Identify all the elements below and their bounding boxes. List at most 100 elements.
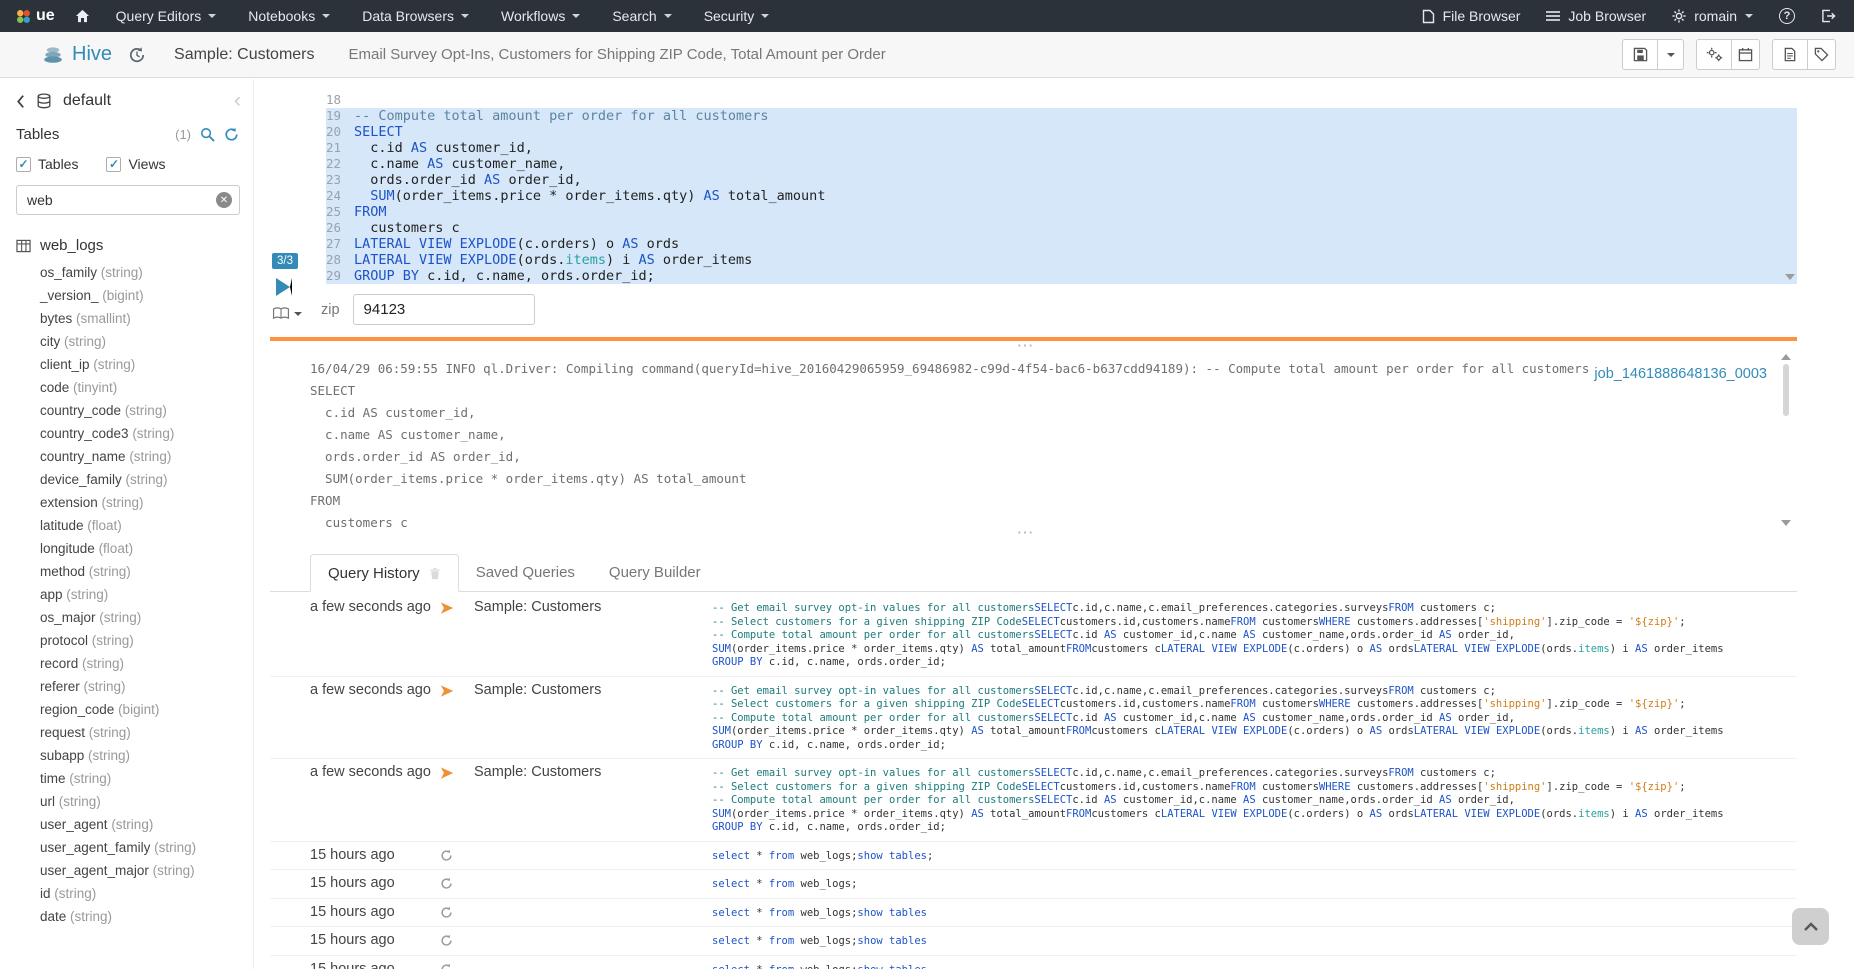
history-row[interactable]: a few seconds agoSample: Customers-- Get…	[270, 759, 1797, 842]
query-history-toggle[interactable]	[128, 46, 146, 64]
resize-grip[interactable]: ⋯	[254, 341, 1797, 351]
format-button[interactable]	[1772, 39, 1808, 70]
column-item-os-major[interactable]: os_major (string)	[0, 606, 253, 629]
tab-query-history[interactable]: Query History	[310, 554, 459, 592]
editor-line-22[interactable]: 22 c.name AS customer_name,	[326, 156, 1797, 172]
home-button[interactable]	[75, 9, 90, 23]
session-settings-button[interactable]	[1696, 39, 1732, 70]
column-item-id[interactable]: id (string)	[0, 882, 253, 905]
history-row[interactable]: 15 hours agoselect * from web_logs;show …	[270, 956, 1797, 969]
database-name[interactable]: default	[63, 92, 111, 110]
clear-search-icon[interactable]: ✕	[216, 192, 232, 208]
menu-query-editors[interactable]: Query Editors	[116, 8, 217, 24]
column-item-app[interactable]: app (string)	[0, 583, 253, 606]
column-item-longitude[interactable]: longitude (float)	[0, 537, 253, 560]
column-item-city[interactable]: city (string)	[0, 330, 253, 353]
menu-workflows[interactable]: Workflows	[501, 8, 580, 24]
clear-history-icon[interactable]	[429, 567, 441, 580]
logout-button[interactable]	[1821, 9, 1836, 23]
editor-line-25[interactable]: 25FROM	[326, 204, 1797, 220]
column-item-os-family[interactable]: os_family (string)	[0, 261, 253, 284]
history-row[interactable]: 15 hours agoselect * from web_logs;show …	[270, 899, 1797, 928]
history-row[interactable]: a few seconds agoSample: Customers-- Get…	[270, 594, 1797, 677]
editor-line-27[interactable]: 27LATERAL VIEW EXPLODE(c.orders) o AS or…	[326, 236, 1797, 252]
column-item-country-code[interactable]: country_code (string)	[0, 399, 253, 422]
column-item-date[interactable]: date (string)	[0, 905, 253, 928]
menu-search[interactable]: Search	[612, 8, 671, 24]
job-browser-link[interactable]: Job Browser	[1546, 8, 1646, 24]
resize-grip[interactable]: ⋯	[254, 528, 1797, 538]
table-search-input[interactable]	[16, 185, 240, 215]
editor-line-18[interactable]: 18	[326, 92, 1797, 108]
editor-line-26[interactable]: 26 customers c	[326, 220, 1797, 236]
scrollbar-up-icon[interactable]	[1781, 354, 1791, 360]
column-item-region-code[interactable]: region_code (bigint)	[0, 698, 253, 721]
variable-input[interactable]	[353, 294, 535, 325]
navigator-button[interactable]	[272, 307, 302, 320]
user-menu[interactable]: romain	[1672, 8, 1753, 24]
refresh-icon[interactable]	[224, 127, 239, 142]
column-item-device-family[interactable]: device_family (string)	[0, 468, 253, 491]
column-item-protocol[interactable]: protocol (string)	[0, 629, 253, 652]
column-item-latitude[interactable]: latitude (float)	[0, 514, 253, 537]
column-item-bytes[interactable]: bytes (smallint)	[0, 307, 253, 330]
menu-notebooks[interactable]: Notebooks	[248, 8, 330, 24]
column-item-client-ip[interactable]: client_ip (string)	[0, 353, 253, 376]
views-checkbox[interactable]: ✓ Views	[106, 156, 165, 172]
collapse-panel-icon[interactable]: ‹	[234, 94, 241, 108]
tab-query-builder[interactable]: Query Builder	[592, 554, 718, 591]
scrollbar-down-icon[interactable]	[1785, 274, 1795, 280]
column-item-request[interactable]: request (string)	[0, 721, 253, 744]
sql-editor[interactable]: 3/3 1819-- Compute total amount per orde…	[270, 92, 1797, 284]
query-name[interactable]: Sample: Customers	[174, 46, 315, 64]
file-browser-link[interactable]: File Browser	[1422, 8, 1521, 24]
scroll-to-top-button[interactable]	[1792, 908, 1829, 945]
column-item-subapp[interactable]: subapp (string)	[0, 744, 253, 767]
column-item-time[interactable]: time (string)	[0, 767, 253, 790]
history-row[interactable]: 15 hours agoselect * from web_logs;show …	[270, 842, 1797, 871]
search-icon[interactable]	[200, 127, 215, 142]
column-item-country-code3[interactable]: country_code3 (string)	[0, 422, 253, 445]
log-scrollbar[interactable]	[1781, 354, 1791, 526]
menu-security[interactable]: Security	[704, 8, 770, 24]
tags-button[interactable]	[1808, 39, 1836, 70]
app-title[interactable]: Hive	[72, 43, 112, 66]
job-link[interactable]: job_1461888648136_0003	[1594, 366, 1767, 382]
scrollbar-down-icon[interactable]	[1781, 520, 1791, 526]
editor-line-24[interactable]: 24 SUM(order_items.price * order_items.q…	[326, 188, 1797, 204]
hue-logo[interactable]: ue	[16, 7, 55, 25]
column-item-extension[interactable]: extension (string)	[0, 491, 253, 514]
history-row[interactable]: 15 hours agoselect * from web_logs;	[270, 870, 1797, 899]
tables-checkbox[interactable]: ✓ Tables	[16, 156, 78, 172]
help-button[interactable]: ?	[1779, 8, 1795, 24]
column-item-url[interactable]: url (string)	[0, 790, 253, 813]
editor-line-23[interactable]: 23 ords.order_id AS order_id,	[326, 172, 1797, 188]
schedule-button[interactable]	[1732, 39, 1760, 70]
chevron-down-icon	[322, 14, 330, 18]
column-item-method[interactable]: method (string)	[0, 560, 253, 583]
execute-button[interactable]	[276, 278, 292, 296]
editor-line-21[interactable]: 21 c.id AS customer_id,	[326, 140, 1797, 156]
column-item-user-agent[interactable]: user_agent (string)	[0, 813, 253, 836]
save-button[interactable]	[1622, 39, 1658, 70]
history-row[interactable]: 15 hours agoselect * from web_logs;show …	[270, 927, 1797, 956]
column-item-country-name[interactable]: country_name (string)	[0, 445, 253, 468]
table-item-web-logs[interactable]: web_logs	[0, 223, 253, 261]
code-area[interactable]: 1819-- Compute total amount per order fo…	[326, 92, 1797, 284]
back-button[interactable]	[16, 94, 25, 109]
column-item--version-[interactable]: _version_ (bigint)	[0, 284, 253, 307]
editor-line-28[interactable]: 28LATERAL VIEW EXPLODE(ords.items) i AS …	[326, 252, 1797, 268]
editor-line-19[interactable]: 19-- Compute total amount per order for …	[326, 108, 1797, 124]
column-item-record[interactable]: record (string)	[0, 652, 253, 675]
scrollbar-thumb[interactable]	[1783, 364, 1789, 416]
menu-data-browsers[interactable]: Data Browsers	[362, 8, 469, 24]
editor-line-29[interactable]: 29GROUP BY c.id, c.name, ords.order_id;	[326, 268, 1797, 284]
column-item-referer[interactable]: referer (string)	[0, 675, 253, 698]
column-item-code[interactable]: code (tinyint)	[0, 376, 253, 399]
save-dropdown-button[interactable]	[1658, 39, 1684, 70]
column-item-user-agent-family[interactable]: user_agent_family (string)	[0, 836, 253, 859]
editor-line-20[interactable]: 20SELECT	[326, 124, 1797, 140]
tab-saved-queries[interactable]: Saved Queries	[459, 554, 592, 591]
column-item-user-agent-major[interactable]: user_agent_major (string)	[0, 859, 253, 882]
history-row[interactable]: a few seconds agoSample: Customers-- Get…	[270, 677, 1797, 760]
